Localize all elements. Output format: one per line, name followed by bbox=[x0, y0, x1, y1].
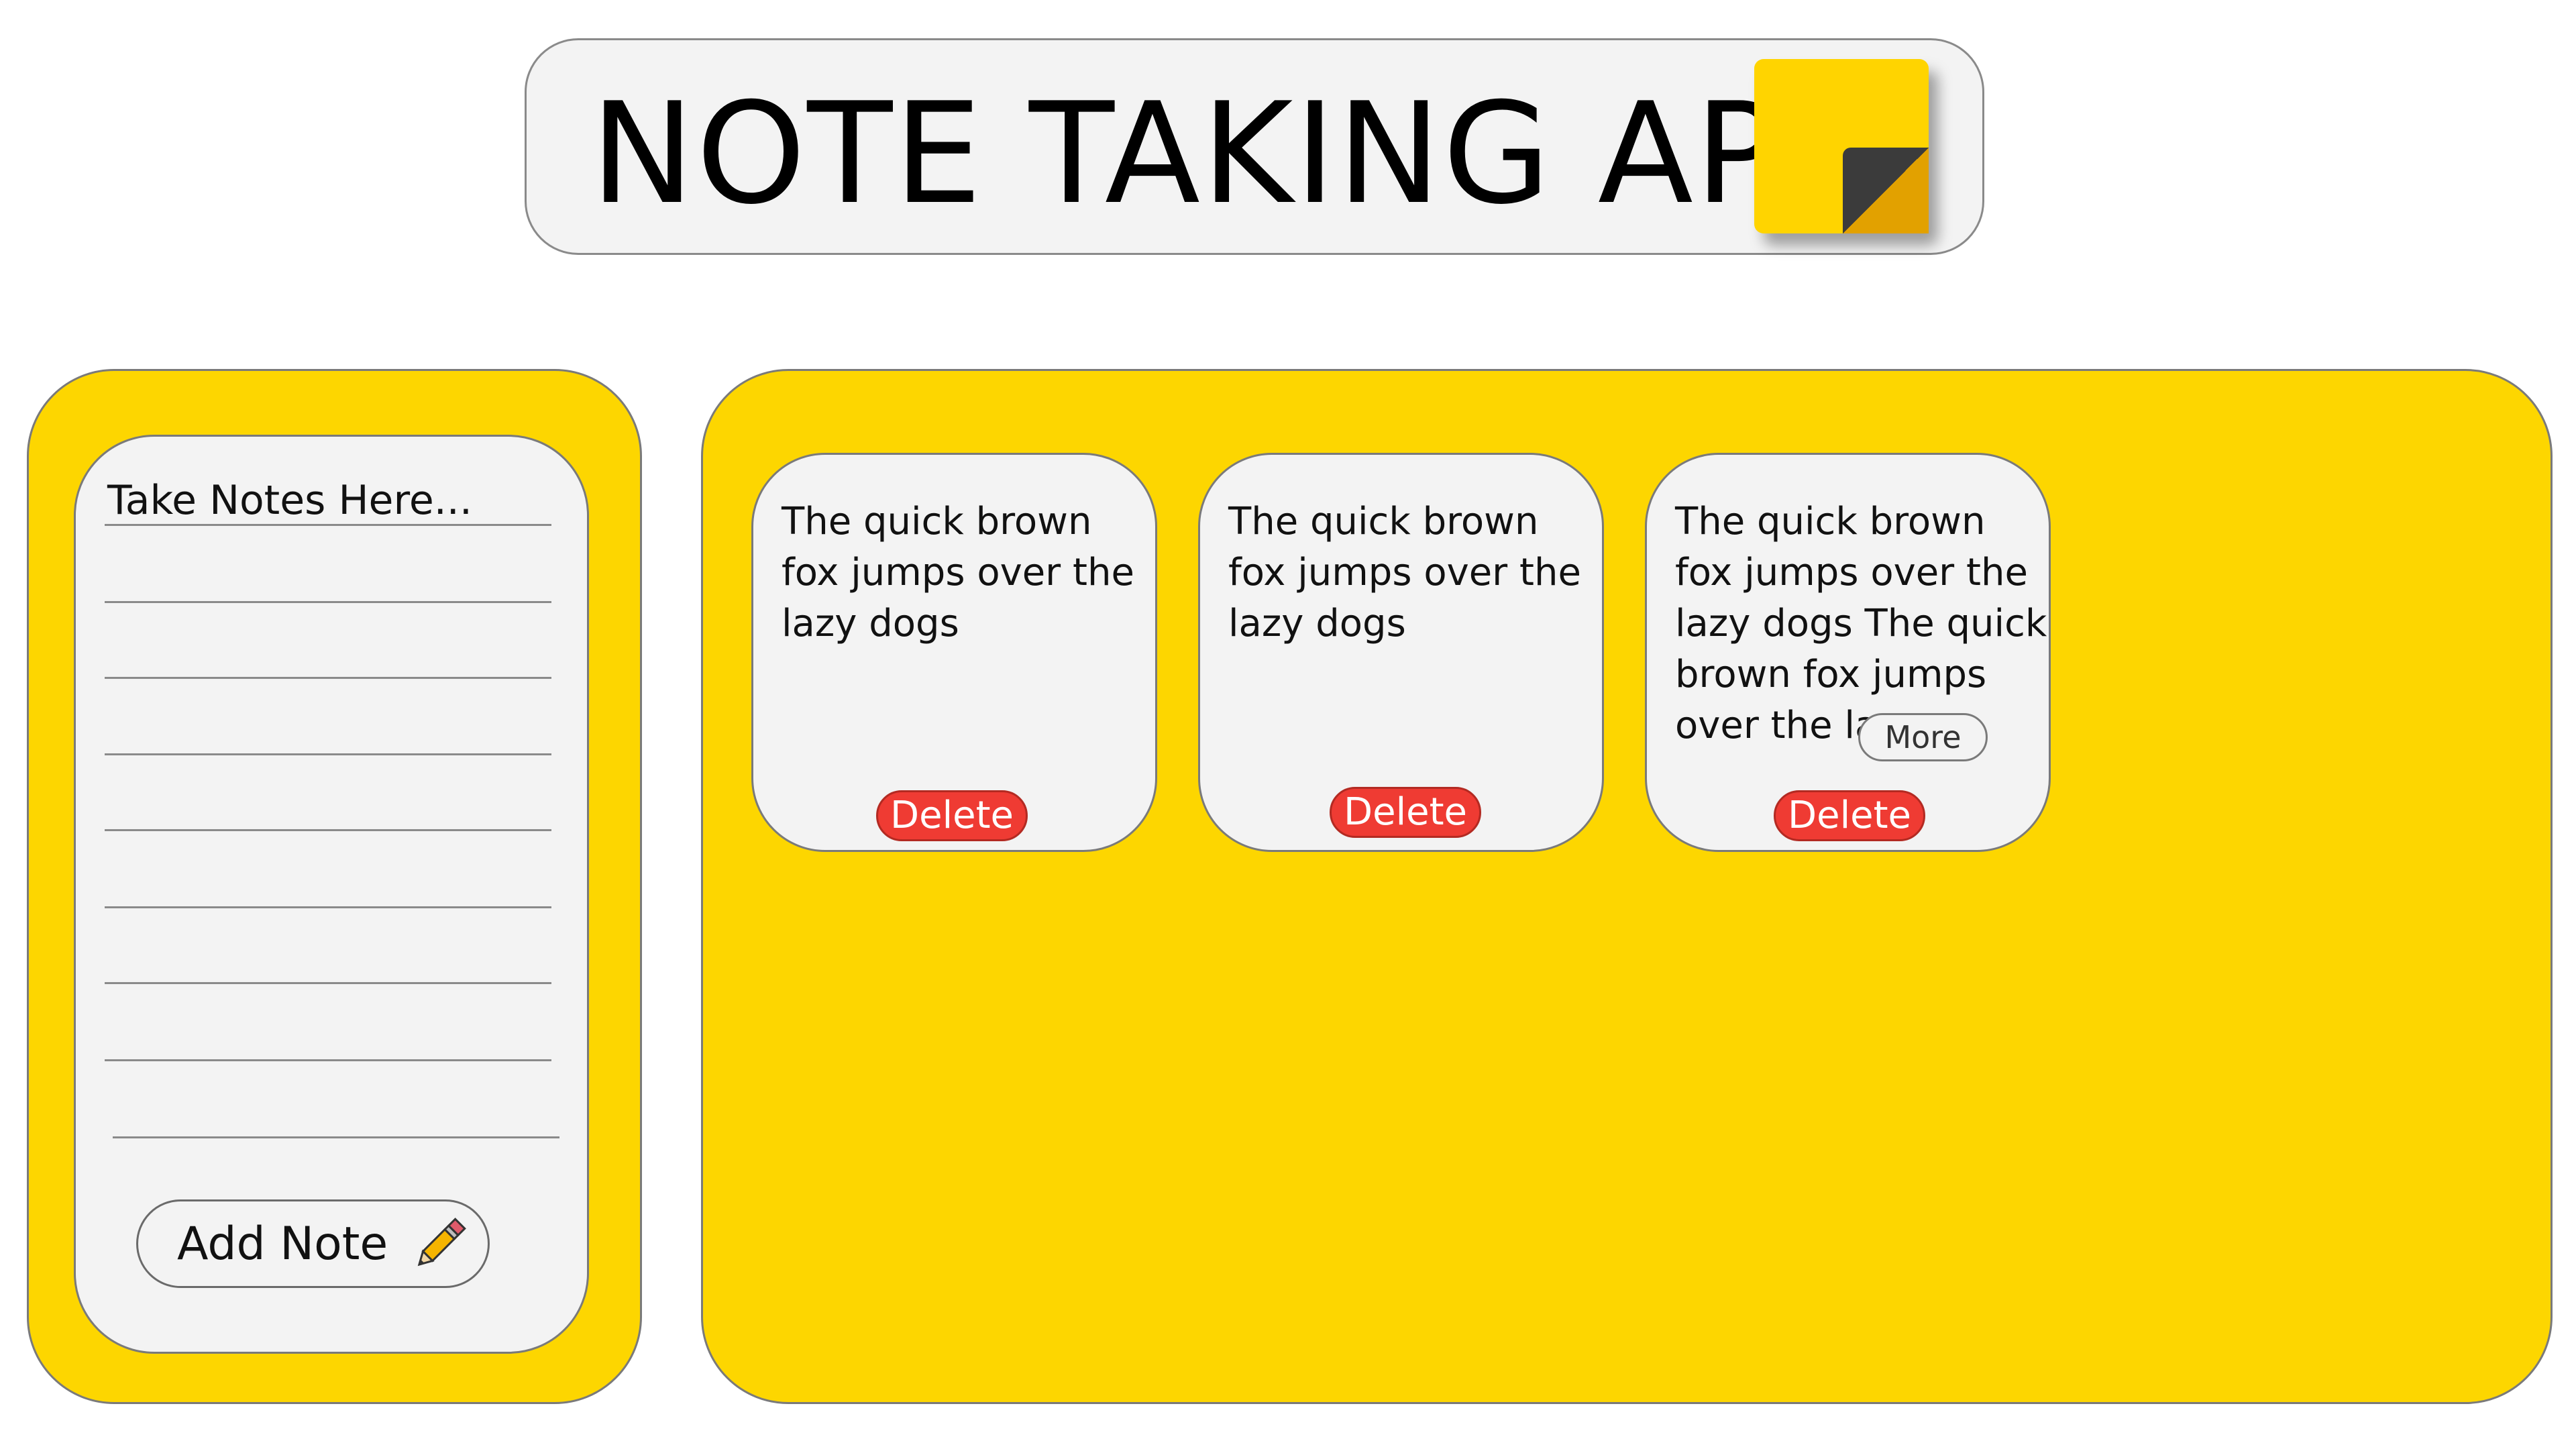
note-text: The quick brown fox jumps over the lazy … bbox=[782, 500, 1134, 645]
note-card: The quick brown fox jumps over the lazy … bbox=[1198, 453, 1604, 852]
note-input-card[interactable]: Take Notes Here... Add Note bbox=[74, 435, 589, 1354]
delete-button[interactable]: Delete bbox=[876, 790, 1028, 841]
composer-panel: Take Notes Here... Add Note bbox=[27, 369, 642, 1404]
logo-fold bbox=[1843, 148, 1929, 233]
add-note-label: Add Note bbox=[177, 1217, 388, 1271]
note-text: The quick brown fox jumps over the lazy … bbox=[1228, 500, 1581, 645]
app-root: NOTE TAKING APP Take Notes Here... Add N… bbox=[0, 0, 2576, 1449]
add-note-button[interactable]: Add Note bbox=[136, 1199, 490, 1288]
pencil-icon bbox=[417, 1218, 467, 1267]
note-line bbox=[105, 1059, 551, 1061]
note-line bbox=[105, 753, 551, 755]
note-text: The quick brown fox jumps over the lazy … bbox=[1675, 500, 2047, 747]
delete-button[interactable]: Delete bbox=[1330, 787, 1481, 838]
notes-board: The quick brown fox jumps over the lazy … bbox=[701, 369, 2553, 1404]
note-line bbox=[105, 982, 551, 984]
note-card: The quick brown fox jumps over the lazy … bbox=[751, 453, 1157, 852]
note-line bbox=[113, 1136, 559, 1138]
note-line bbox=[105, 829, 551, 831]
app-header: NOTE TAKING APP bbox=[525, 38, 1984, 255]
sticky-note-icon bbox=[1754, 59, 1929, 233]
note-input-placeholder[interactable]: Take Notes Here... bbox=[107, 477, 472, 524]
note-line bbox=[105, 601, 551, 603]
app-title: NOTE TAKING APP bbox=[590, 73, 1866, 235]
note-card: The quick brown fox jumps over the lazy … bbox=[1645, 453, 2051, 852]
note-line bbox=[105, 524, 551, 526]
more-button[interactable]: More bbox=[1858, 713, 1988, 761]
delete-button[interactable]: Delete bbox=[1774, 790, 1925, 841]
note-line bbox=[105, 677, 551, 679]
note-line bbox=[105, 906, 551, 908]
